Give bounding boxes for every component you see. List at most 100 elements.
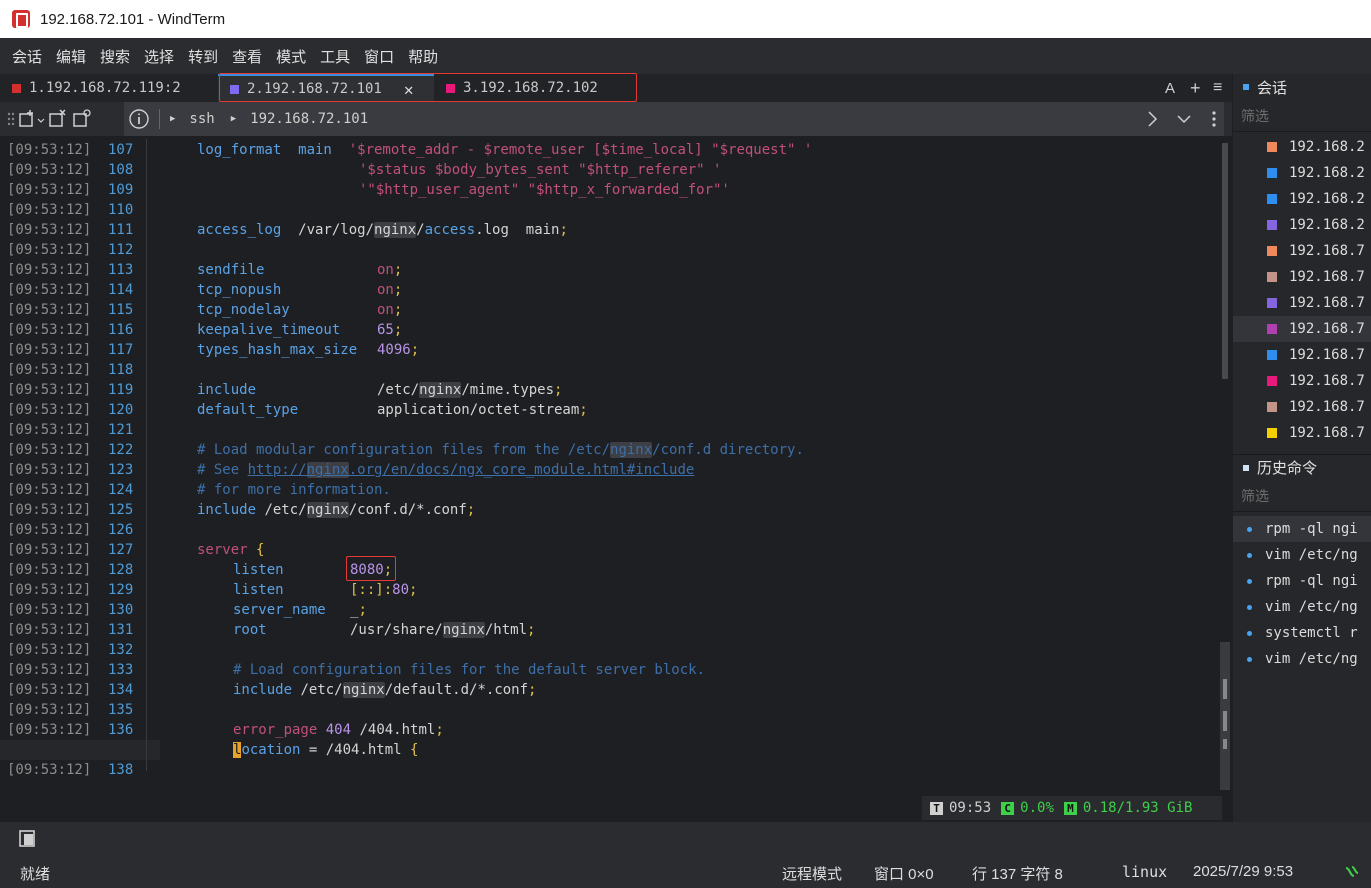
menu-mode[interactable]: 模式 (276, 46, 306, 67)
tab-menu-button[interactable]: ≡ (1213, 74, 1222, 102)
menu-session[interactable]: 会话 (12, 46, 42, 67)
session-color-icon (1267, 246, 1277, 256)
tab-color-icon (12, 83, 21, 93)
status-cursor-position[interactable]: 行 137 字符 8 (972, 863, 1063, 884)
windterm-app-icon (12, 10, 30, 28)
code-token: # See (197, 462, 248, 478)
panel-icon[interactable] (18, 829, 38, 849)
line-number: 135 (108, 702, 134, 718)
tab-label: 2.192.168.72.101 (247, 81, 382, 97)
session-item[interactable]: 192.168.2 (1233, 160, 1371, 186)
session-item[interactable]: 192.168.2 (1233, 186, 1371, 212)
line-timestamp: [09:53:12] (7, 242, 92, 258)
chevron-right-icon[interactable] (1146, 109, 1160, 129)
tab-session-1[interactable]: 1.192.168.72.119:2 (0, 74, 218, 102)
history-item[interactable]: rpm -ql ngi (1233, 516, 1371, 542)
terminal-editor[interactable]: [09:53:12] 107 [09:53:12] 108 [09:53:12] 109[… (0, 139, 1232, 819)
session-item[interactable]: 192.168.7 (1233, 394, 1371, 420)
tab-session-2[interactable]: 2.192.168.72.101 ✕ (218, 74, 434, 102)
session-list: 192.168.2 192.168.2 192.168.2 192.168.2 192.… (1233, 132, 1371, 446)
code-line-129: listen [::]:80; (233, 582, 418, 598)
session-filter-input[interactable]: 筛选 (1233, 100, 1371, 132)
history-item[interactable]: rpm -ql ngi (1233, 568, 1371, 594)
new-tab-button[interactable]: + (1190, 74, 1201, 102)
session-panel-header[interactable]: 会话 (1233, 74, 1371, 100)
font-size-button[interactable]: A (1165, 74, 1175, 102)
menu-help[interactable]: 帮助 (408, 46, 438, 67)
session-item[interactable]: 192.168.7 (1233, 290, 1371, 316)
code-line-130: server_name _; (233, 602, 367, 618)
history-filter-input[interactable]: 筛选 (1233, 480, 1371, 512)
time-badge-icon: T (930, 801, 943, 815)
info-icon[interactable] (127, 107, 151, 131)
session-item[interactable]: 192.168.7 (1233, 342, 1371, 368)
new-session-icon[interactable] (16, 109, 46, 129)
menu-window[interactable]: 窗口 (364, 46, 394, 67)
sidebar: 会话 筛选 192.168.2 192.168.2 192.168.2 192.168… (1233, 74, 1371, 822)
close-tab-icon[interactable]: ✕ (404, 80, 414, 99)
menu-goto[interactable]: 转到 (188, 46, 218, 67)
menu-edit[interactable]: 编辑 (56, 46, 86, 67)
code-line-119: include/etc/nginx/mime.types; (197, 382, 563, 398)
session-item[interactable]: 192.168.2 (1233, 212, 1371, 238)
code-line-127: server { (0, 540, 1220, 560)
session-item[interactable]: 192.168.2 (1233, 134, 1371, 160)
tab-color-icon (446, 83, 455, 93)
code-line-117: types_hash_max_size 4096; (197, 342, 420, 358)
address-protocol[interactable]: ssh (189, 111, 214, 127)
code-token: 65 (377, 322, 394, 338)
code-token: '$status $body_bytes_sent "$http_referer… (359, 162, 722, 178)
code-line-124: # for more information. (0, 480, 1220, 500)
session-item[interactable]: 192.168.7 (1233, 368, 1371, 394)
scroll-marker (1223, 739, 1227, 749)
close-session-icon[interactable] (46, 109, 70, 129)
memory-usage: 0.18/1.93 GiB (1082, 800, 1193, 816)
history-item[interactable]: systemctl r (1233, 620, 1371, 646)
doc-link[interactable]: http://nginx.org/en/docs/ngx_core_module… (248, 462, 694, 478)
history-panel-header[interactable]: 历史命令 (1233, 454, 1371, 480)
session-item[interactable]: 192.168.7 (1233, 238, 1371, 264)
history-command: rpm -ql ngi (1265, 573, 1358, 589)
menu-search[interactable]: 搜索 (100, 46, 130, 67)
session-item[interactable]: 192.168.7 (1233, 264, 1371, 290)
history-item[interactable]: vim /etc/ng (1233, 594, 1371, 620)
more-options-icon[interactable] (1211, 109, 1217, 129)
session-item[interactable]: 192.168.7 (1233, 420, 1371, 446)
code-line-123: # See http://nginx.org/en/docs/ngx_core_… (0, 460, 1220, 480)
line-number: 121 (108, 422, 134, 438)
menu-view[interactable]: 查看 (232, 46, 262, 67)
session-label: 192.168.7 (1289, 269, 1365, 285)
arrow-right-icon: ▶ (170, 114, 176, 124)
gutter-row: [09:53:12] 112 (0, 240, 1220, 260)
session-label: 192.168.7 (1289, 399, 1365, 415)
session-color-icon (1267, 220, 1277, 230)
history-item[interactable]: vim /etc/ng (1233, 542, 1371, 568)
gutter-row: [09:53:12] 118 (0, 360, 1220, 380)
status-datetime: 2025/7/29 9:53 (1193, 863, 1294, 880)
code-token: # Load modular configuration files from … (197, 442, 611, 458)
code-token: log_format main (197, 142, 349, 158)
terminal-status: T 09:53 C 0.0% M 0.18/1.93 GiB (922, 796, 1222, 820)
connection-status-icon[interactable] (1344, 864, 1360, 880)
chevron-down-icon[interactable] (1176, 111, 1192, 127)
scrollbar-thumb[interactable] (1222, 143, 1228, 379)
status-mode[interactable]: 远程模式 (782, 863, 842, 884)
session-item[interactable]: 192.168.7 (1233, 316, 1371, 342)
editor-scrollbar[interactable] (1220, 139, 1230, 819)
code-token: /conf.d/*.conf (348, 502, 467, 518)
toolbar: ▶ ssh ▶ 192.168.72.101 (0, 102, 1232, 136)
code-token: nginx (442, 622, 485, 638)
code-line-111: access_log /var/log/nginx/access.log mai… (197, 222, 568, 238)
code-token: sendfile (197, 262, 265, 278)
duplicate-session-icon[interactable] (70, 109, 94, 129)
drag-handle-icon[interactable] (6, 110, 16, 128)
menu-select[interactable]: 选择 (144, 46, 174, 67)
address-host[interactable]: 192.168.72.101 (250, 111, 368, 127)
tab-session-3[interactable]: 3.192.168.72.102 (434, 74, 634, 102)
code-token: /404.html (351, 722, 436, 738)
address-bar[interactable]: ▶ ssh ▶ 192.168.72.101 (124, 102, 1224, 136)
menu-tools[interactable]: 工具 (320, 46, 350, 67)
session-label: 192.168.2 (1289, 191, 1365, 207)
history-item[interactable]: vim /etc/ng (1233, 646, 1371, 672)
code-token: /mime.types (461, 382, 555, 398)
